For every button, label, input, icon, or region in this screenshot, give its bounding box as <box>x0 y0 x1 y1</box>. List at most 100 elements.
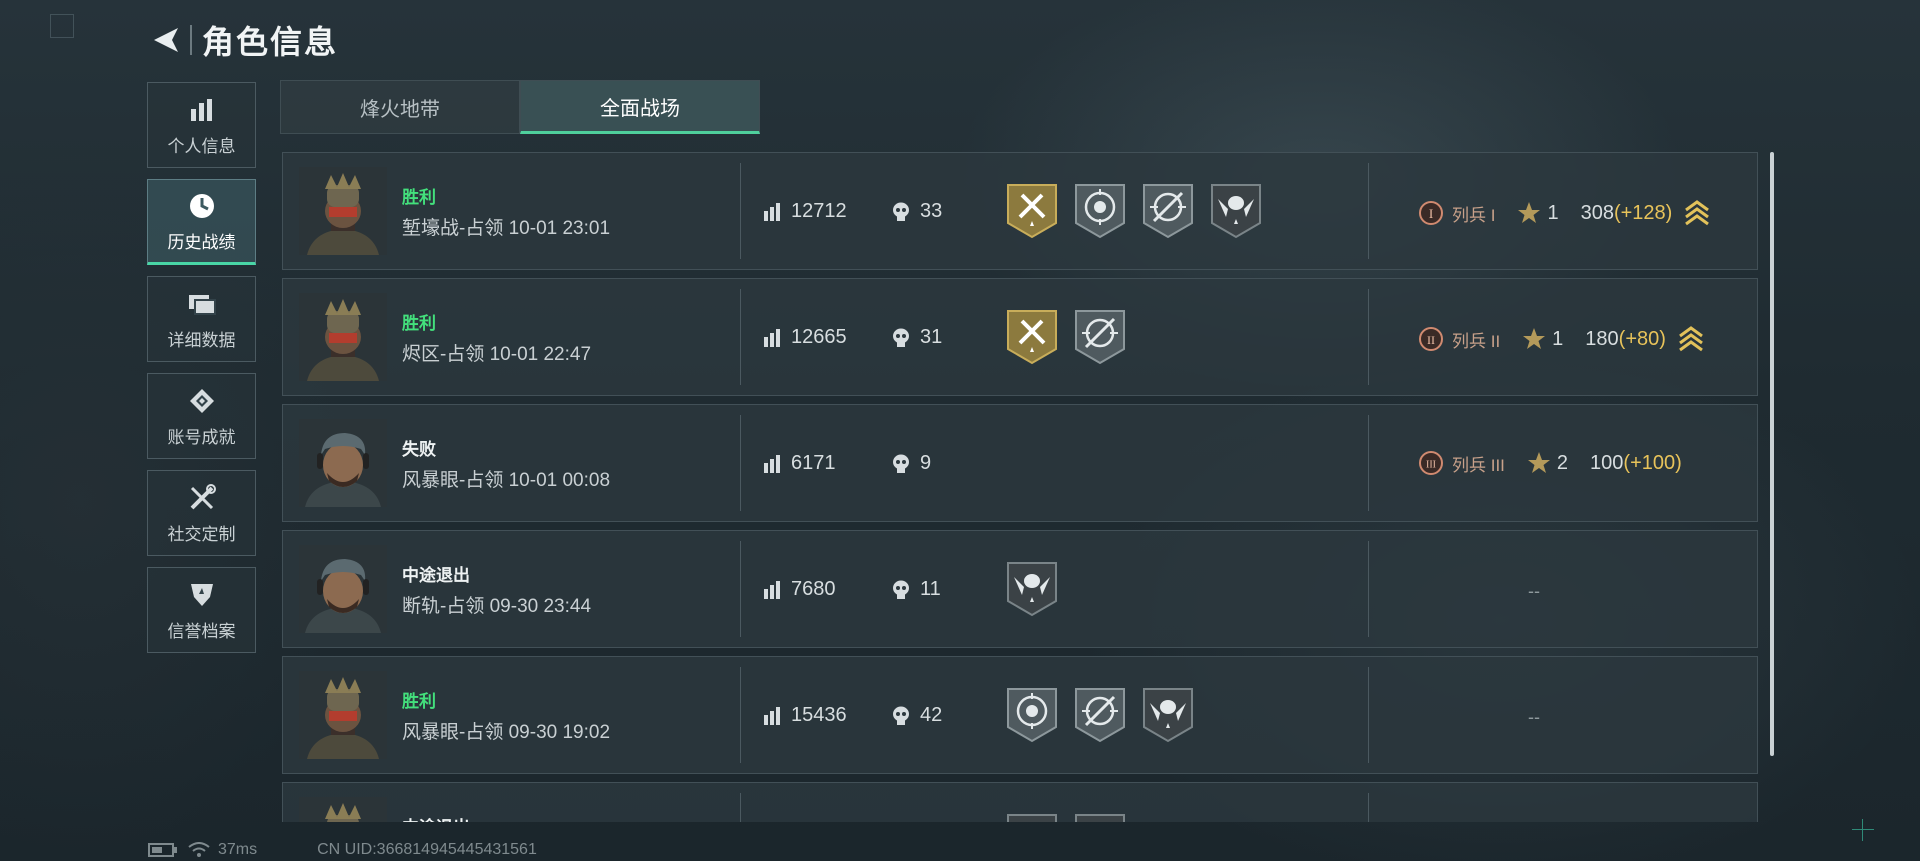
column-divider <box>740 289 741 385</box>
avatar <box>299 797 387 822</box>
gold-axes-medal-icon[interactable] <box>1006 813 1058 822</box>
rank-roman-iii-icon: III <box>1419 451 1443 475</box>
rank-roman-ii-icon: II <box>1419 327 1443 351</box>
kills-value: 9 <box>920 452 932 474</box>
avatar <box>299 671 387 759</box>
skull-wings-medal-icon[interactable] <box>1210 183 1262 239</box>
match-result: 胜利 <box>402 314 436 333</box>
star-count: 1 <box>1552 327 1564 350</box>
score-bars-icon <box>764 454 780 473</box>
sidebar-item-details[interactable]: 详细数据 <box>147 276 256 362</box>
sidebar-item-reputation[interactable]: 信誉档案 <box>147 567 256 653</box>
column-divider <box>1368 541 1369 637</box>
kills-stat: 33 <box>892 200 942 223</box>
sidebar-item-achievements[interactable]: 账号成就 <box>147 373 256 459</box>
sidebar-item-label: 个人信息 <box>167 136 236 156</box>
column-divider <box>1368 667 1369 763</box>
column-divider <box>740 415 741 511</box>
column-divider <box>740 163 741 259</box>
score-value: 6171 <box>791 452 836 474</box>
skull-target-medal-icon[interactable] <box>1074 813 1126 822</box>
rank-roman-i-icon: I <box>1419 201 1443 225</box>
frame-corner <box>50 14 74 38</box>
match-map-time: 烬区-占领 10-01 22:47 <box>402 344 592 365</box>
rank-exp: 308 <box>1580 201 1614 224</box>
star-icon <box>1527 452 1550 473</box>
score-stat: 15436 <box>763 704 847 727</box>
clock-icon <box>188 190 216 222</box>
bar-chart-icon <box>189 94 215 126</box>
back-button[interactable] <box>146 18 186 62</box>
rank-info: I 列兵 I 1 308 (+128) <box>1418 198 1710 228</box>
tools-icon <box>187 482 217 514</box>
match-row[interactable]: 胜利 烬区-占领 10-01 22:47 12665 31 II 列兵 II 1… <box>282 278 1758 396</box>
crossed-target-medal-icon[interactable] <box>1074 309 1126 365</box>
star-icon <box>1523 328 1546 349</box>
rank-exp: 180 <box>1585 327 1619 350</box>
medal-list <box>1006 687 1194 743</box>
kills-value: 31 <box>920 326 943 348</box>
star-icon <box>1518 202 1541 223</box>
header-divider <box>190 25 192 55</box>
sidebar-item-profile[interactable]: 个人信息 <box>147 82 256 168</box>
match-row[interactable]: 中途退出 断轨-占领 09-30 23:44 7680 11 -- <box>282 530 1758 648</box>
sidebar-item-label: 信誉档案 <box>167 621 236 641</box>
match-result: 中途退出 <box>402 813 470 822</box>
score-bars-icon <box>764 580 780 599</box>
skull-icon <box>893 328 909 347</box>
chevron-up-rank-icon <box>1679 326 1703 352</box>
column-divider <box>740 793 741 822</box>
score-stat: 12712 <box>763 200 847 223</box>
avatar <box>299 419 387 507</box>
gold-axes-medal-icon[interactable] <box>1006 309 1058 365</box>
score-value: 15436 <box>791 704 847 726</box>
tab-hazard-zone[interactable]: 烽火地带 <box>280 80 520 134</box>
match-history-list[interactable]: 胜利 堑壕战-占领 10-01 23:01 12712 33 I 列兵 I 1 … <box>282 152 1758 822</box>
match-row[interactable]: 胜利 风暴眼-占领 09-30 19:02 15436 42 -- <box>282 656 1758 774</box>
match-result: 胜利 <box>402 692 436 711</box>
skull-target-medal-icon[interactable] <box>1006 687 1058 743</box>
rank-exp-gain: (+80) <box>1618 327 1666 350</box>
score-value: 12665 <box>791 326 847 348</box>
skull-wings-medal-icon[interactable] <box>1006 561 1058 617</box>
score-bars-icon <box>764 706 780 725</box>
rank-numeral: I <box>1429 206 1433 221</box>
star-count: 1 <box>1547 201 1559 224</box>
frame-corner-crosshair <box>1852 819 1874 841</box>
match-result: 中途退出 <box>402 566 470 585</box>
crossed-target-medal-icon[interactable] <box>1142 183 1194 239</box>
match-map-time: 断轨-占领 09-30 23:44 <box>402 596 592 617</box>
tab-all-out-warfare[interactable]: 全面战场 <box>520 80 760 134</box>
score-stat: 6171 <box>763 452 836 475</box>
rank-numeral: II <box>1427 333 1435 347</box>
rank-name: 列兵 III <box>1452 455 1505 475</box>
column-divider <box>1368 289 1369 385</box>
rank-placeholder: -- <box>1528 581 1540 601</box>
medal-list <box>1006 813 1126 822</box>
sidebar-item-history[interactable]: 历史战绩 <box>147 179 256 265</box>
list-scrollbar[interactable] <box>1770 152 1774 756</box>
match-row[interactable]: 失败 风暴眼-占领 10-01 00:08 6171 9 III 列兵 III … <box>282 404 1758 522</box>
crossed-target-medal-icon[interactable] <box>1074 687 1126 743</box>
column-divider <box>740 541 741 637</box>
match-row[interactable]: 胜利 堑壕战-占领 10-01 23:01 12712 33 I 列兵 I 1 … <box>282 152 1758 270</box>
score-bars-icon <box>764 328 780 347</box>
rank-name: 列兵 II <box>1452 331 1501 351</box>
kills-value: 11 <box>920 578 941 600</box>
match-row[interactable]: 中途退出 <box>282 782 1758 822</box>
battery-icon <box>148 843 177 857</box>
column-divider <box>740 667 741 763</box>
cards-icon <box>187 288 217 320</box>
column-divider <box>1368 415 1369 511</box>
status-bar: 37ms CN UID:3668149454454315​61 <box>148 841 547 859</box>
score-bars-icon <box>764 202 780 221</box>
gold-axes-medal-icon[interactable] <box>1006 183 1058 239</box>
match-map-time: 风暴眼-占领 09-30 19:02 <box>402 722 611 743</box>
skull-target-medal-icon[interactable] <box>1074 183 1126 239</box>
medal-list <box>1006 561 1058 617</box>
column-divider <box>1368 793 1369 822</box>
sidebar-item-social[interactable]: 社交定制 <box>147 470 256 556</box>
skull-icon <box>893 202 909 221</box>
skull-wings-medal-icon[interactable] <box>1142 687 1194 743</box>
back-arrow-icon <box>154 28 178 52</box>
